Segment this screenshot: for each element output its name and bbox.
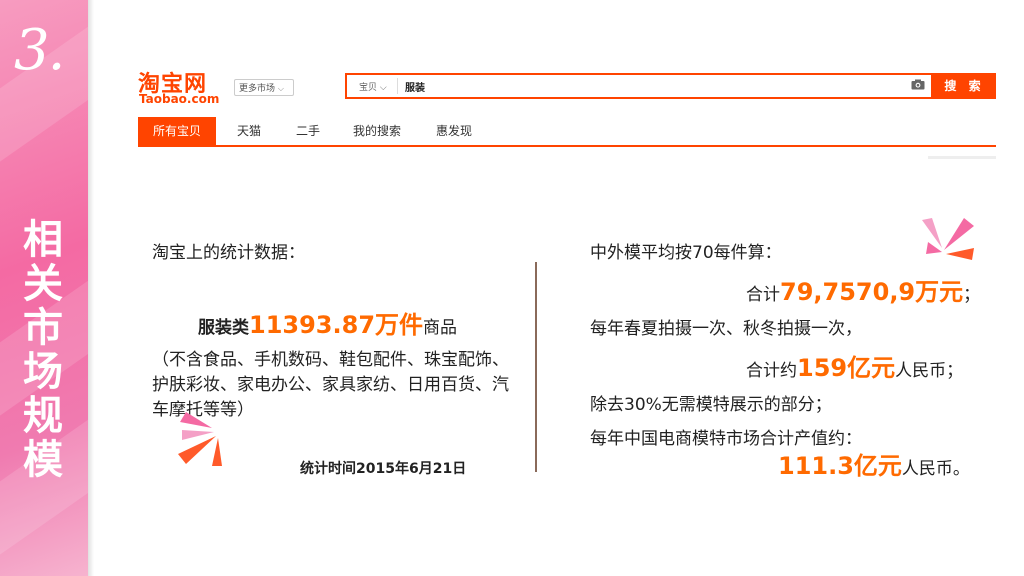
search-tabs: 所有宝贝 天猫 二手 我的搜索 惠发现 <box>138 117 996 147</box>
left-heading: 淘宝上的统计数据： <box>152 243 305 263</box>
market-value: 111.3亿元 <box>778 452 902 480</box>
right-line-1: 中外模平均按70每件算： <box>590 243 782 263</box>
yearly-suffix: 人民币； <box>895 361 964 381</box>
right-line-7: 111.3亿元人民币。 <box>778 446 970 481</box>
tab-my-search[interactable]: 我的搜索 <box>353 117 401 145</box>
market-dropdown[interactable]: 更多市场 ⌵ <box>234 79 294 96</box>
divider <box>928 156 996 159</box>
market-suffix: 人民币。 <box>901 459 970 479</box>
tab-second-hand[interactable]: 二手 <box>296 117 320 145</box>
chevron-down-icon: ⌵ <box>379 83 387 93</box>
stat-value: 11393.87万件 <box>249 311 424 339</box>
clothing-stat: 服装类11393.87万件商品 <box>198 305 457 340</box>
taobao-logo-en: Taobao.com <box>139 92 220 106</box>
right-line-4: 合计约159亿元人民币； <box>746 348 963 383</box>
total-value: 79,7570,9万元 <box>780 278 964 306</box>
camera-icon[interactable] <box>911 79 925 93</box>
chevron-down-icon: ⌵ <box>277 84 284 93</box>
search-button[interactable]: 搜 索 <box>933 73 996 99</box>
stat-prefix: 服装类 <box>198 318 249 338</box>
search-box[interactable]: 宝贝 ⌵ 服装 <box>345 73 933 99</box>
decorative-burst-icon <box>922 218 974 260</box>
right-line-2: 合计79,7570,9万元； <box>746 272 980 307</box>
market-dropdown-label: 更多市场 <box>239 84 276 94</box>
yearly-value: 159亿元 <box>797 354 896 382</box>
right-line-3: 每年春夏拍摄一次、秋冬拍摄一次， <box>590 319 862 339</box>
stat-suffix: 商品 <box>423 318 458 338</box>
search-input[interactable]: 服装 <box>405 79 425 94</box>
search-scope-select[interactable]: 宝贝 ⌵ <box>359 80 387 93</box>
tab-tmall[interactable]: 天猫 <box>237 117 261 145</box>
search-divider <box>397 78 398 94</box>
search-scope-label: 宝贝 <box>359 83 378 93</box>
yearly-prefix: 合计约 <box>746 361 797 381</box>
decorative-burst-icon <box>178 412 222 466</box>
slide-title: 相关市场规模 <box>16 218 62 482</box>
stat-date: 统计时间2015年6月21日 <box>300 461 467 477</box>
sidebar-shadow <box>88 0 94 576</box>
total-prefix: 合计 <box>746 285 780 305</box>
column-divider <box>535 262 537 472</box>
slide-number: 3. <box>14 18 65 83</box>
tab-all-items[interactable]: 所有宝贝 <box>138 117 217 145</box>
right-line-5: 除去30%无需模特展示的部分； <box>590 395 832 415</box>
slide-sidebar: 3. 相关市场规模 <box>0 0 88 576</box>
total-suffix: ； <box>963 285 981 305</box>
tab-discover[interactable]: 惠发现 <box>436 117 472 145</box>
